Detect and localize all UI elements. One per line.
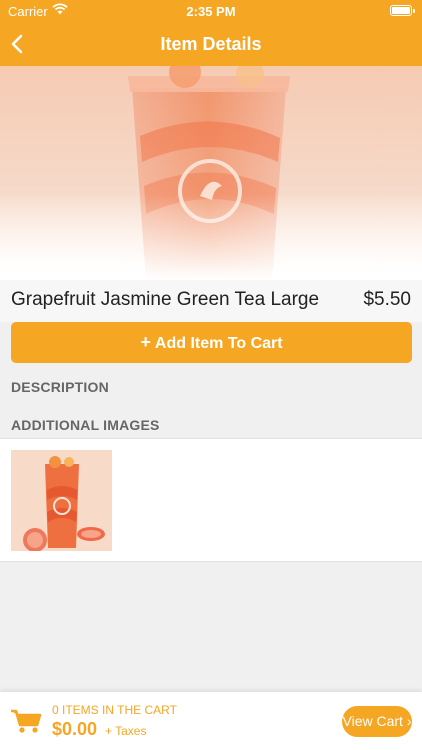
add-to-cart-button[interactable]: + Add Item To Cart: [11, 322, 412, 363]
page-title: Item Details: [160, 34, 262, 54]
item-price: $5.50: [363, 289, 411, 310]
cart-item-count: 0 ITEMS IN THE CART: [52, 703, 177, 717]
shopping-cart-icon: [11, 709, 42, 733]
description-heading: DESCRIPTION: [11, 379, 109, 395]
taxes-label: + Taxes: [105, 724, 147, 738]
status-bar: Carrier 2:35 PM: [0, 0, 422, 22]
add-to-cart-label: Add Item To Cart: [154, 335, 283, 352]
cart-bar: 0 ITEMS IN THE CART $0.00 + Taxes View C…: [0, 692, 422, 750]
additional-images-panel: [0, 438, 422, 562]
cart-total: $0.00: [52, 719, 98, 739]
item-name: Grapefruit Jasmine Green Tea Large: [11, 289, 320, 310]
plus-icon: +: [140, 332, 151, 352]
view-cart-button[interactable]: View Cart ›: [342, 706, 412, 737]
product-image: [0, 66, 422, 280]
battery-icon: [390, 5, 415, 16]
additional-image-thumbnail[interactable]: [11, 450, 112, 551]
nav-bar: Item Details: [0, 22, 422, 66]
clock: 2:35 PM: [186, 4, 236, 19]
item-info-row: Grapefruit Jasmine Green Tea Large $5.50: [0, 280, 422, 322]
additional-images-heading: ADDITIONAL IMAGES: [11, 417, 160, 433]
